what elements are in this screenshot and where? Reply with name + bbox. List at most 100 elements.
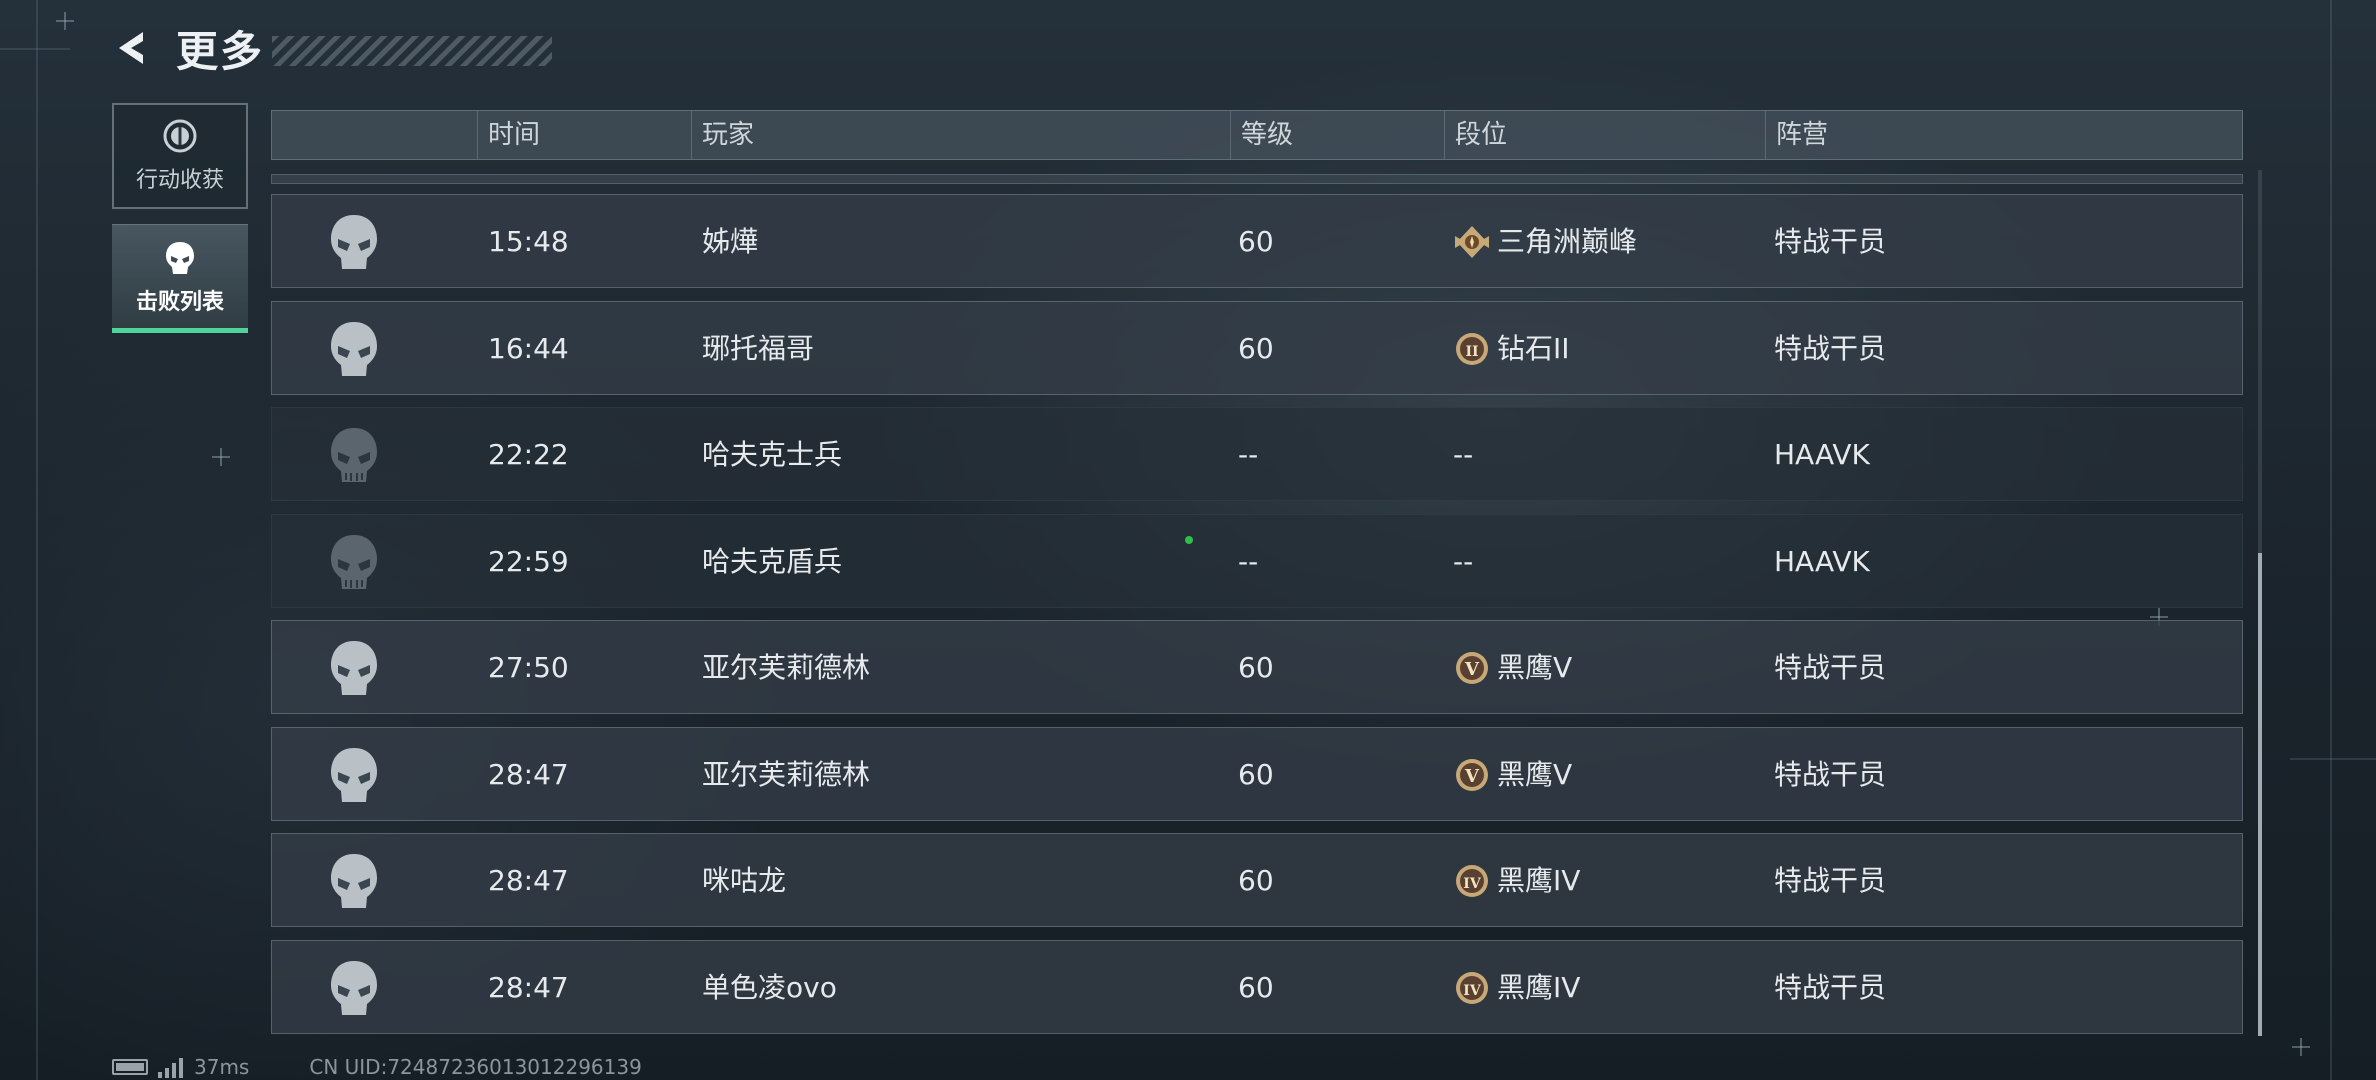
header: 更多 <box>110 22 553 76</box>
crosshair-mark <box>212 448 230 466</box>
signal-icon <box>158 1056 186 1078</box>
player-name: 哈夫克盾兵 <box>702 545 843 578</box>
page-title: 更多 <box>176 26 265 76</box>
rank-cell: -- <box>1453 515 1473 609</box>
table-row[interactable]: 27:50 亚尔芙莉德林 60 V 黑鹰V 特战干员 <box>271 620 2243 714</box>
time-cell: 28:47 <box>488 864 569 897</box>
rank-text: -- <box>1453 545 1474 578</box>
time-cell: 27:50 <box>488 651 569 684</box>
player-name: 哈夫克士兵 <box>702 438 843 471</box>
scrollbar-thumb[interactable] <box>2258 553 2262 1036</box>
svg-text:V: V <box>1464 766 1480 787</box>
player-name: 琊托福哥 <box>702 332 815 365</box>
skull-icon <box>331 961 377 1015</box>
frame-line <box>36 0 38 1080</box>
rank-cell: IV 黑鹰IV <box>1453 834 1580 928</box>
rank-cell: V 黑鹰V <box>1453 728 1572 822</box>
rank-badge-icon: V <box>1453 756 1491 794</box>
faction-cell: 特战干员 <box>1774 651 1887 684</box>
table-row[interactable]: 28:47 亚尔芙莉德林 60 V 黑鹰V 特战干员 <box>271 727 2243 821</box>
table-row[interactable]: 22:59 哈夫克盾兵 -- -- HAAVK <box>271 514 2243 608</box>
time-cell: 15:48 <box>488 225 569 258</box>
table-row[interactable]: 15:48 姊燁 60 三角洲巅峰 特战干员 <box>271 194 2243 288</box>
faction-cell: HAAVK <box>1774 545 1870 578</box>
rank-text: 黑鹰V <box>1497 651 1573 684</box>
frame-line <box>0 48 70 50</box>
svg-text:V: V <box>1464 659 1480 680</box>
table-row[interactable]: 28:47 咪咕龙 60 IV 黑鹰IV 特战干员 <box>271 833 2243 927</box>
rank-badge-icon: IV <box>1453 969 1491 1007</box>
svg-text:IV: IV <box>1463 983 1482 999</box>
title-stripes <box>272 36 553 66</box>
level-cell: -- <box>1238 545 1259 578</box>
table-row[interactable]: 28:47 单色凌ovo 60 IV 黑鹰IV 特战干员 <box>271 940 2243 1034</box>
skull-icon <box>331 215 377 269</box>
rank-badge-icon: V <box>1453 649 1491 687</box>
time-cell: 16:44 <box>488 332 569 365</box>
level-cell: 60 <box>1238 332 1274 365</box>
level-cell: 60 <box>1238 758 1274 791</box>
level-cell: 60 <box>1238 225 1274 258</box>
partial-row <box>271 174 2243 184</box>
skull-icon <box>331 748 377 802</box>
table-row[interactable]: 16:44 琊托福哥 60 II 钻石II 特战干员 <box>271 301 2243 395</box>
faction-cell: 特战干员 <box>1774 971 1887 1004</box>
level-cell: 60 <box>1238 651 1274 684</box>
player-name: 姊燁 <box>702 225 759 258</box>
player-name: 咪咕龙 <box>702 864 787 897</box>
back-chevron-icon <box>119 32 143 64</box>
loot-icon <box>163 119 197 153</box>
rank-cell: -- <box>1453 408 1473 502</box>
skull-icon <box>331 322 377 376</box>
battery-icon <box>112 1059 148 1075</box>
time-cell: 28:47 <box>488 758 569 791</box>
faction-cell: 特战干员 <box>1774 864 1887 897</box>
rank-text: 三角洲巅峰 <box>1497 225 1638 258</box>
level-cell: 60 <box>1238 864 1274 897</box>
time-cell: 28:47 <box>488 971 569 1004</box>
column-header-time: 时间 <box>477 111 688 159</box>
crosshair-mark <box>56 12 74 30</box>
frame-line <box>2330 0 2332 1080</box>
column-header-faction: 阵营 <box>1765 111 2076 159</box>
frame-line <box>2290 758 2376 760</box>
faction-cell: HAAVK <box>1774 438 1870 471</box>
player-name: 单色凌ovo <box>702 971 837 1004</box>
crosshair-mark <box>2292 1038 2310 1056</box>
rank-badge-icon <box>1453 223 1491 261</box>
rank-text: 黑鹰IV <box>1497 864 1581 897</box>
sidebar-item-kill-list[interactable]: 击败列表 <box>112 224 248 333</box>
table-row[interactable]: 22:22 哈夫克士兵 -- -- HAAVK <box>271 407 2243 501</box>
rank-badge-icon: IV <box>1453 862 1491 900</box>
skull-icon <box>331 428 377 482</box>
rank-text: 黑鹰V <box>1497 758 1573 791</box>
player-name: 亚尔芙莉德林 <box>702 651 871 684</box>
level-cell: 60 <box>1238 971 1274 1004</box>
player-name: 亚尔芙莉德林 <box>702 758 871 791</box>
rank-cell: IV 黑鹰IV <box>1453 941 1580 1035</box>
rank-cell: II 钻石II <box>1453 302 1570 396</box>
level-cell: -- <box>1238 438 1259 471</box>
back-button[interactable] <box>110 25 156 71</box>
faction-cell: 特战干员 <box>1774 332 1887 365</box>
sidebar-item-label: 击败列表 <box>135 289 224 315</box>
rank-cell: 三角洲巅峰 <box>1453 195 1637 289</box>
faction-cell: 特战干员 <box>1774 225 1887 258</box>
rank-text: 钻石II <box>1497 332 1570 365</box>
screen: 更多 行动收获 击败列表 时间 玩家 等级 段位 阵营 15:48 姊燁 60 三角洲… <box>0 0 2376 1080</box>
skull-icon <box>331 854 377 908</box>
time-cell: 22:22 <box>488 438 569 471</box>
sidebar-item-loot[interactable]: 行动收获 <box>112 103 248 209</box>
svg-text:II: II <box>1465 344 1478 360</box>
svg-text:IV: IV <box>1463 876 1482 892</box>
rank-cell: V 黑鹰V <box>1453 621 1572 715</box>
column-header-level: 等级 <box>1230 111 1441 159</box>
faction-cell: 特战干员 <box>1774 758 1887 791</box>
skull-icon <box>331 641 377 695</box>
rank-text: -- <box>1453 438 1474 471</box>
cursor-dot <box>1185 536 1193 544</box>
ping-text: 37ms <box>194 1055 250 1079</box>
column-header-player: 玩家 <box>691 111 1032 159</box>
rank-text: 黑鹰IV <box>1497 971 1581 1004</box>
skull-icon <box>166 241 194 274</box>
